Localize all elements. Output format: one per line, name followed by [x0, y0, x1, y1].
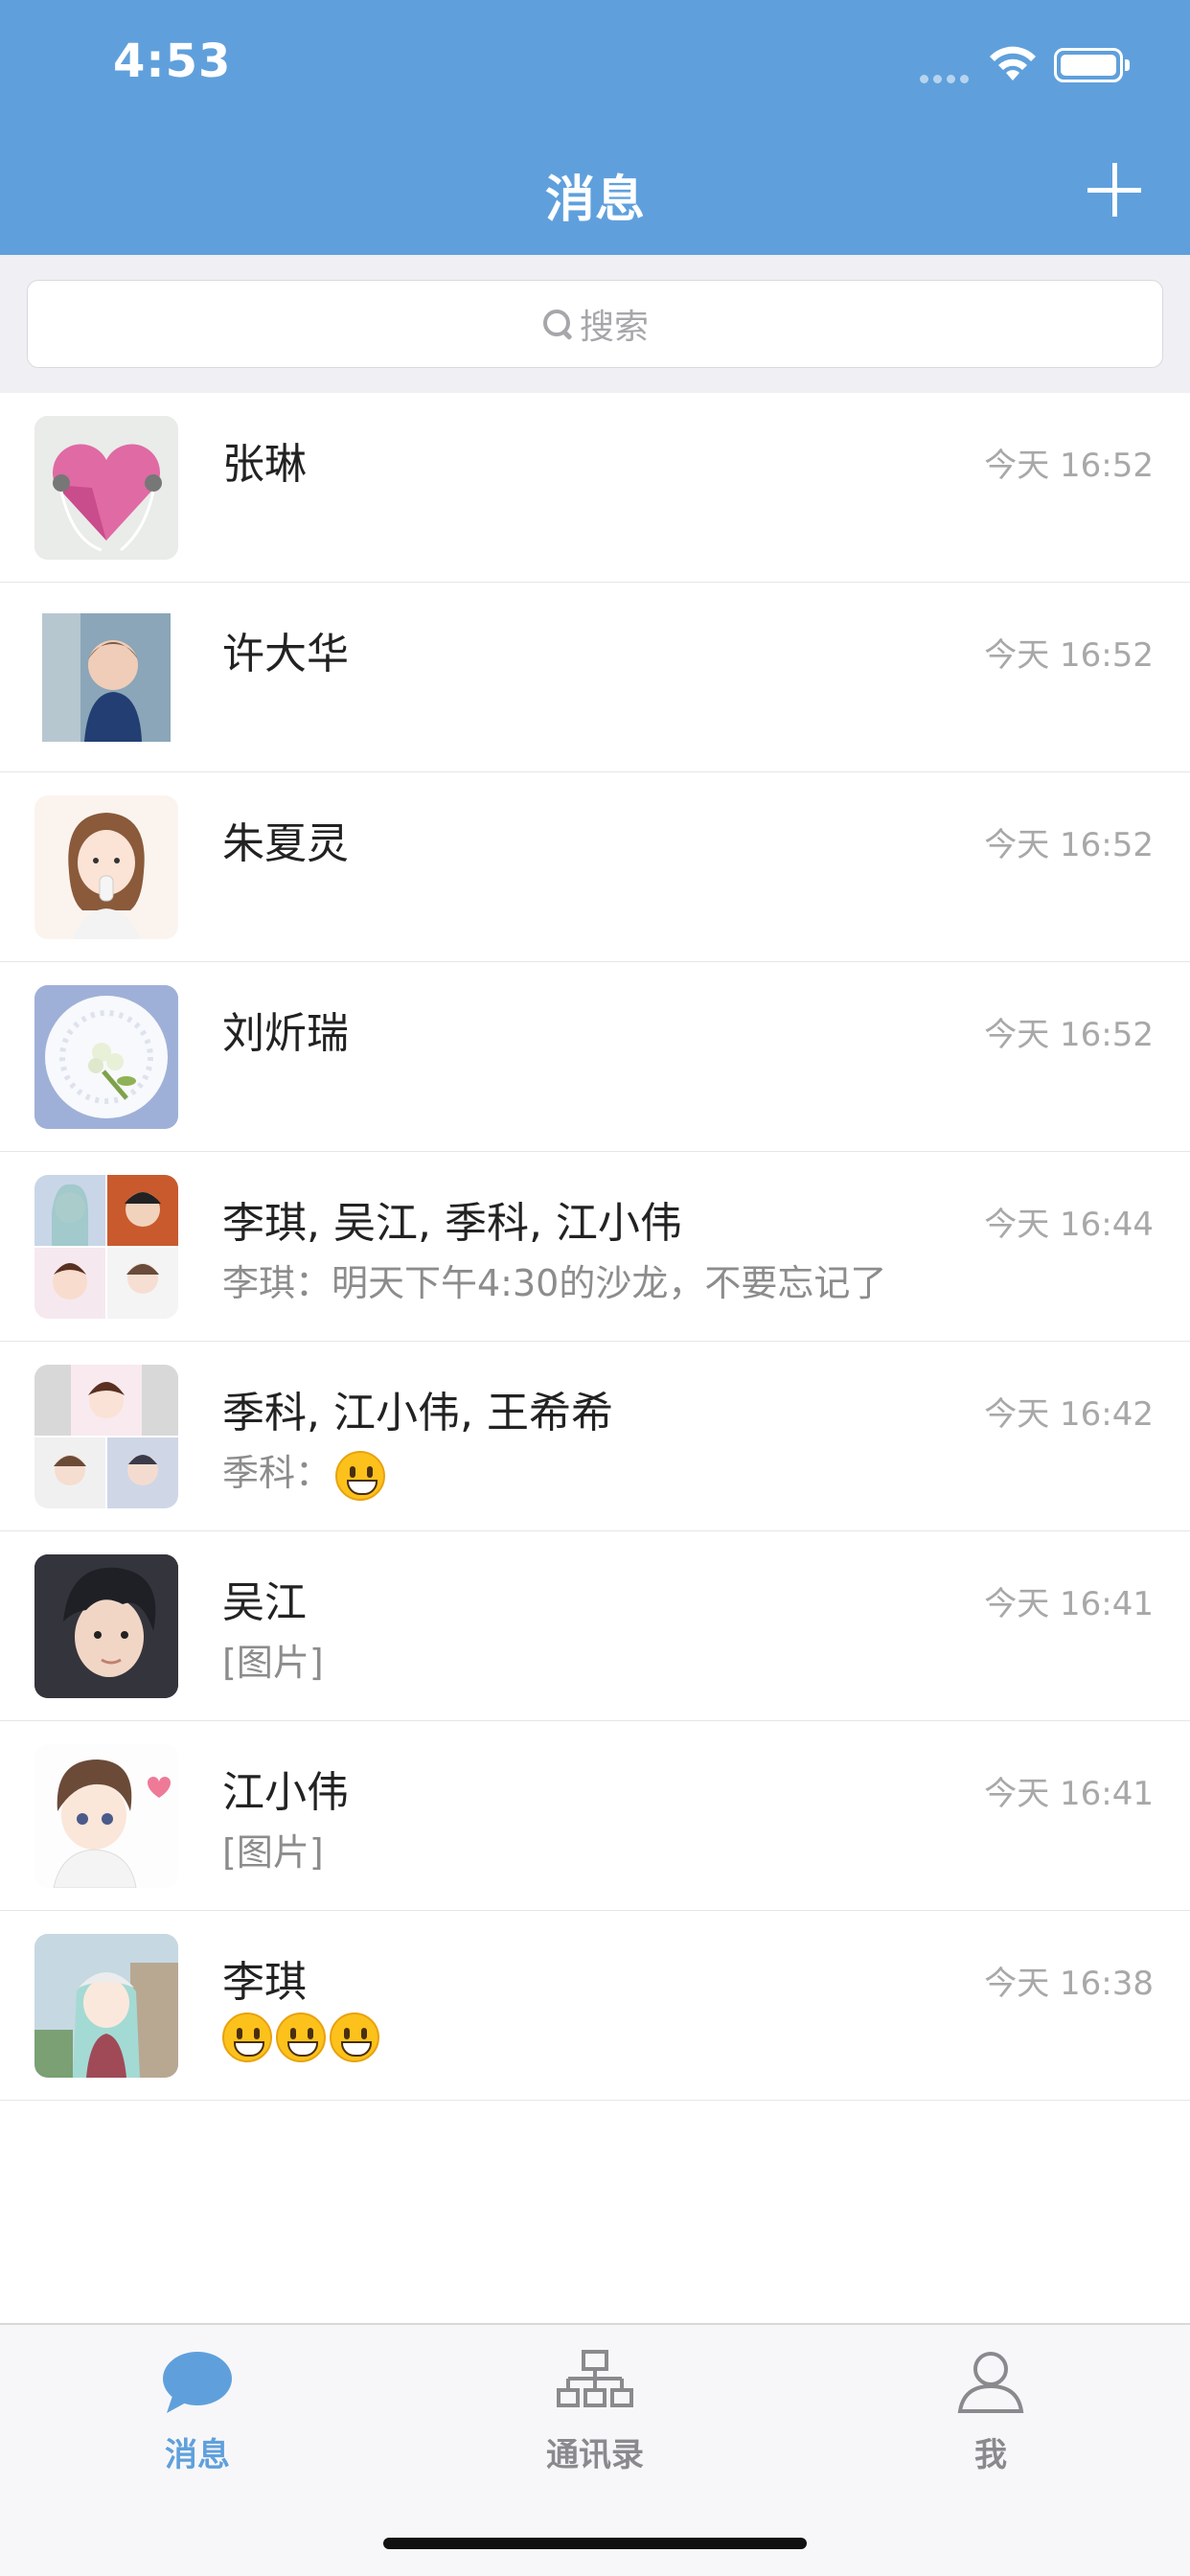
avatar	[34, 1175, 178, 1319]
wifi-icon	[990, 46, 1036, 80]
search-input[interactable]: 搜索	[27, 280, 1163, 368]
conversation-time: 今天 16:42	[984, 1395, 1154, 1434]
chat-bubble-icon	[163, 2352, 232, 2413]
grin-emoji-icon	[276, 2012, 326, 2062]
conversation-row[interactable]: 江小伟 今天 16:41 [图片]	[0, 1721, 1190, 1911]
tab-label: 消息	[165, 2436, 230, 2474]
home-indicator[interactable]	[383, 2538, 807, 2549]
conversation-preview: 季科：	[222, 1443, 386, 1501]
conversation-name: 李琪, 吴江, 季科, 江小伟	[222, 1199, 682, 1248]
conversation-time: 今天 16:41	[984, 1775, 1154, 1813]
battery-icon	[1054, 48, 1130, 82]
avatar	[34, 1934, 178, 2078]
smiley-emoji-icon	[335, 1450, 386, 1501]
conversation-row[interactable]: 季科, 江小伟, 王希希 今天 16:42 季科：	[0, 1342, 1190, 1531]
conversation-row[interactable]: 吴江 今天 16:41 [图片]	[0, 1531, 1190, 1721]
conversation-name: 江小伟	[222, 1768, 349, 1817]
tab-contacts[interactable]: 通讯录	[499, 2348, 691, 2475]
search-bar: 搜索	[0, 255, 1190, 393]
conversation-name: 吴江	[222, 1578, 307, 1627]
add-button[interactable]	[1087, 163, 1141, 217]
conversation-time: 今天 16:52	[984, 826, 1154, 864]
avatar	[34, 606, 178, 749]
page-title: 消息	[544, 172, 645, 229]
avatar	[34, 1554, 178, 1698]
conversation-row[interactable]: 李琪, 吴江, 季科, 江小伟 今天 16:44 李琪：明天下午4:30的沙龙，…	[0, 1152, 1190, 1342]
tab-messages[interactable]: 消息	[102, 2348, 293, 2475]
avatar	[34, 1744, 178, 1888]
avatar	[34, 416, 178, 560]
navigation-header: 4:53 消息	[0, 0, 1190, 255]
conversation-time: 今天 16:52	[984, 1016, 1154, 1054]
conversation-time: 今天 16:52	[984, 447, 1154, 485]
signal-icon	[920, 69, 973, 83]
avatar	[34, 795, 178, 939]
conversation-row[interactable]: 李琪 今天 16:38	[0, 1911, 1190, 2101]
conversation-preview: [图片]	[222, 1642, 324, 1684]
grin-emoji-icon	[330, 2012, 379, 2062]
conversation-preview: 李琪：明天下午4:30的沙龙，不要忘记了	[222, 1262, 887, 1304]
conversation-name: 刘炘瑞	[222, 1009, 349, 1058]
conversation-time: 今天 16:41	[984, 1585, 1154, 1623]
conversation-name: 许大华	[222, 630, 349, 678]
conversation-time: 今天 16:52	[984, 636, 1154, 675]
conversation-row[interactable]: 张琳 今天 16:52	[0, 393, 1190, 583]
tab-label: 我	[974, 2436, 1007, 2474]
conversation-preview	[222, 2012, 379, 2062]
conversation-row[interactable]: 朱夏灵 今天 16:52	[0, 772, 1190, 962]
avatar	[34, 985, 178, 1129]
conversation-time: 今天 16:38	[984, 1965, 1154, 2003]
conversation-row[interactable]: 刘炘瑞 今天 16:52	[0, 962, 1190, 1152]
grin-emoji-icon	[222, 2012, 272, 2062]
conversation-time: 今天 16:44	[984, 1206, 1154, 1244]
search-icon	[541, 308, 574, 340]
conversation-name: 朱夏灵	[222, 819, 349, 868]
status-time: 4:53	[113, 34, 232, 88]
org-chart-icon	[557, 2350, 633, 2407]
tab-me[interactable]: 我	[895, 2348, 1087, 2475]
conversation-name: 张琳	[222, 440, 307, 489]
avatar	[34, 1365, 178, 1508]
tab-label: 通讯录	[546, 2436, 644, 2474]
preview-sender: 季科：	[222, 1452, 332, 1494]
conversation-name: 李琪	[222, 1958, 307, 2007]
conversation-preview: [图片]	[222, 1831, 324, 1874]
conversation-row[interactable]: 许大华 今天 16:52	[0, 583, 1190, 772]
person-icon	[957, 2352, 1024, 2413]
conversation-name: 季科, 江小伟, 王希希	[222, 1389, 613, 1438]
search-placeholder: 搜索	[579, 308, 649, 347]
conversation-list: 张琳 今天 16:52 许大华 今天 16:52 朱夏灵 今天 16:52 刘炘…	[0, 393, 1190, 2101]
